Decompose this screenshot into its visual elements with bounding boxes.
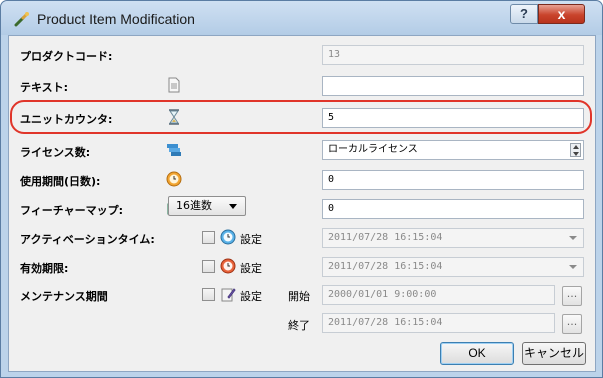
close-button[interactable]: x (538, 4, 585, 24)
maintenance-end-field: 2011/07/28 16:15:04 (322, 313, 555, 333)
radix-value: 16進数 (176, 199, 212, 212)
license-count-select[interactable]: ローカルライセンス (322, 140, 584, 160)
license-count-value: ローカルライセンス (328, 144, 418, 155)
maintenance-start-label: 開始 (288, 290, 310, 303)
maintenance-start-field: 2000/01/01 9:00:00 (322, 285, 555, 305)
expiration-set-label: 設定 (240, 262, 262, 275)
usage-period-label: 使用期間(日数): (20, 175, 101, 188)
maintenance-set-label: 設定 (240, 290, 262, 303)
feature-map-field[interactable]: 0 (322, 199, 584, 219)
activation-time-value: 2011/07/28 16:15:04 (328, 232, 443, 243)
wrench-icon (14, 12, 29, 27)
text-label: テキスト: (20, 81, 69, 94)
document-icon (168, 77, 180, 93)
chevron-down-icon (569, 236, 577, 240)
license-count-label: ライセンス数: (20, 146, 91, 159)
highlight-outline (10, 100, 592, 134)
radix-dropdown[interactable]: 16進数 (168, 196, 246, 216)
clock-red-icon (220, 258, 236, 274)
chevron-down-icon (229, 204, 237, 209)
chevron-down-icon (569, 265, 577, 269)
usage-period-field[interactable]: 0 (322, 170, 584, 190)
clock-icon (166, 171, 182, 187)
expiration-checkbox[interactable] (202, 260, 215, 273)
cancel-button[interactable]: キャンセル (522, 342, 586, 365)
license-stack-icon (167, 144, 181, 156)
maintenance-checkbox[interactable] (202, 288, 215, 301)
expiration-value: 2011/07/28 16:15:04 (328, 261, 443, 272)
license-spinner[interactable] (570, 143, 581, 157)
pencil-doc-icon (221, 288, 236, 302)
activation-checkbox[interactable] (202, 231, 215, 244)
ok-button[interactable]: OK (440, 342, 514, 365)
product-code-label: プロダクトコード: (20, 50, 113, 63)
activation-set-label: 設定 (240, 233, 262, 246)
maintenance-start-browse-button[interactable]: ... (562, 286, 582, 306)
activation-time-label: アクティベーションタイム: (20, 233, 155, 246)
help-button[interactable]: ? (510, 4, 538, 24)
activation-time-field: 2011/07/28 16:15:04 (322, 228, 584, 248)
maintenance-end-browse-button[interactable]: ... (562, 314, 582, 334)
product-code-field: 13 (322, 45, 584, 65)
title-bar[interactable]: Product Item Modification ? x (1, 1, 602, 35)
clock-icon (220, 229, 236, 245)
maintenance-end-label: 終了 (288, 319, 310, 332)
feature-map-label: フィーチャーマップ: (20, 204, 124, 217)
maintenance-label: メンテナンス期間 (20, 290, 108, 303)
window-title: Product Item Modification (37, 11, 195, 27)
expiration-field: 2011/07/28 16:15:04 (322, 257, 584, 277)
text-field[interactable] (322, 76, 584, 96)
expiration-label: 有効期限: (20, 262, 69, 275)
